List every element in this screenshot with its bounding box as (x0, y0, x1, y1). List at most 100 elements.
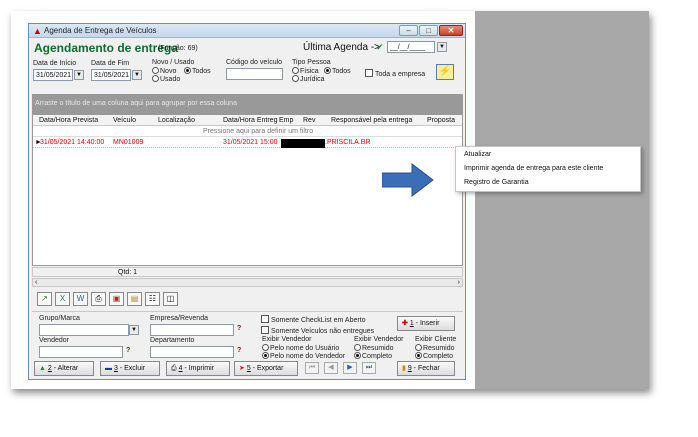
empresa-revenda-field[interactable] (150, 324, 234, 336)
exibir-vendedor-label: Exibir Vendedor (262, 336, 312, 343)
print-icon[interactable]: ⎙ (91, 292, 106, 306)
cell-data-prevista: 31/05/2021 14:40:00 (40, 139, 105, 146)
export-grid-icon[interactable]: ↗ (37, 292, 52, 306)
function-code: (Função: 69) (158, 45, 198, 52)
data-fim-dropdown-icon[interactable]: ▼ (132, 70, 142, 80)
columns-icon[interactable]: ☷ (145, 292, 160, 306)
qtd-count: Qtd: 1 (118, 269, 138, 276)
empresa-lookup-icon[interactable]: ? (237, 325, 241, 332)
door-icon: ▮ (402, 365, 406, 372)
codigo-veiculo-field[interactable] (226, 68, 283, 80)
radio-juridica[interactable]: Jurídica (292, 75, 325, 83)
vendedor-field[interactable] (39, 346, 123, 358)
radio-icon (262, 352, 269, 359)
scroll-right-icon[interactable]: › (458, 279, 460, 286)
table-row[interactable]: ► 31/05/2021 14:40:00 MN01009 31/05/2021… (33, 138, 462, 148)
radio-icon (415, 352, 422, 359)
nav-prev-icon[interactable]: ◀ (324, 362, 338, 374)
grupo-marca-field[interactable] (39, 324, 129, 336)
column-localizacao[interactable]: Localização (158, 117, 195, 124)
imprimir-button[interactable]: ⎙ 4 - Imprimir (166, 361, 230, 376)
departamento-lookup-icon[interactable]: ? (237, 347, 241, 354)
pdf-icon[interactable]: ▣ (109, 292, 124, 306)
document-icon[interactable]: ▤ (127, 292, 142, 306)
radio-icon (152, 75, 159, 82)
plus-icon: ✚ (402, 320, 408, 327)
vendedor-label: Vendedor (39, 337, 69, 344)
nav-first-icon[interactable]: ⏮ (305, 362, 319, 374)
layout-icon[interactable]: ◫ (163, 292, 178, 306)
up-arrow-icon: ▲ (39, 365, 46, 372)
scroll-left-icon[interactable]: ‹ (35, 279, 37, 286)
desktop-background (475, 11, 649, 389)
radio-completo[interactable]: Completo (354, 352, 392, 360)
alterar-button[interactable]: ▲ 2 - Alterar (34, 361, 94, 376)
column-rev[interactable]: Rev (303, 117, 315, 124)
window-title: Agenda de Entrega de Veículos (44, 26, 157, 35)
fechar-button[interactable]: ▮ 9 - Fechar (397, 361, 455, 376)
radio-icon (292, 67, 299, 74)
group-by-area[interactable]: Arraste o título de uma coluna aqui para… (32, 94, 463, 114)
column-proposta[interactable]: Proposta (427, 117, 455, 124)
column-emp[interactable]: Emp (279, 117, 293, 124)
menu-item-registro-garantia[interactable]: Registro de Garantia (464, 179, 529, 186)
radio-todos[interactable]: Todos (184, 67, 211, 75)
departamento-field[interactable] (150, 346, 234, 358)
exportar-button[interactable]: ➤ 5 - Exportar (234, 361, 298, 376)
departamento-label: Departamento (150, 337, 195, 344)
menu-item-atualizar[interactable]: Atualizar (464, 151, 491, 158)
word-icon[interactable]: W (73, 292, 88, 306)
redacted-block (281, 139, 325, 148)
ultima-agenda-label: Última Agenda -> (303, 42, 380, 53)
export-icon: ➤ (239, 365, 245, 372)
column-responsavel[interactable]: Responsável pela entrega (331, 117, 412, 124)
radio-icon (415, 344, 422, 351)
app-icon: ▲ (33, 26, 42, 36)
ultima-agenda-dropdown-icon[interactable]: ▼ (437, 42, 447, 52)
empresa-revenda-label: Empresa/Revenda (150, 315, 208, 322)
radio-pelo-vendedor[interactable]: Pelo nome do Vendedor (262, 352, 345, 360)
cell-responsavel: .PRISCILA.BR (325, 139, 371, 146)
minimize-button[interactable]: – (399, 25, 418, 36)
radio-resumido[interactable]: Resumido (354, 344, 394, 352)
inserir-button[interactable]: ✚ 1 - Inserir (397, 316, 455, 331)
context-menu: Atualizar Imprimir agenda de entrega par… (455, 146, 641, 192)
data-inicio-dropdown-icon[interactable]: ▼ (74, 70, 84, 80)
radio-cliente-resumido[interactable]: Resumido (415, 344, 455, 352)
filter-hint: Pressione aqui para definir um filtro (203, 128, 314, 135)
title-bar: ▲ Agenda de Entrega de Veículos – □ ✕ (29, 24, 465, 38)
excluir-button[interactable]: ▬ 3 - Excluir (100, 361, 160, 376)
nav-next-icon[interactable]: ▶ (343, 362, 357, 374)
radio-todos-pessoa[interactable]: Todos (324, 67, 351, 75)
lightning-icon[interactable]: ⚡ (436, 64, 454, 80)
column-veiculo[interactable]: Veículo (113, 117, 136, 124)
grid-filter-row[interactable]: Pressione aqui para definir um filtro (33, 126, 462, 137)
column-data-entrega[interactable]: Data/Hora Entreg (223, 117, 277, 124)
data-fim-field[interactable]: 31/05/2021 (91, 69, 131, 81)
radio-pelo-usuario[interactable]: Pelo nome do Usuário (262, 344, 339, 352)
radio-novo[interactable]: Novo (152, 67, 176, 75)
checkbox-icon (261, 326, 269, 334)
cell-data-entrega: 31/05/2021 15:00 (223, 139, 278, 146)
radio-icon (184, 67, 191, 74)
radio-cliente-completo[interactable]: Completo (415, 352, 453, 360)
group-hint: Arraste o título de uma coluna aqui para… (35, 100, 237, 107)
toda-empresa-checkbox[interactable]: Toda a empresa (365, 69, 425, 78)
radio-fisica[interactable]: Física (292, 67, 319, 75)
grupo-marca-dropdown-icon[interactable]: ▼ (129, 325, 139, 335)
maximize-button[interactable]: □ (419, 25, 438, 36)
excel-icon[interactable]: X (55, 292, 70, 306)
ultima-agenda-field[interactable]: __/__/____ (387, 41, 435, 53)
radio-usado[interactable]: Usado (152, 75, 180, 83)
menu-item-imprimir-agenda[interactable]: Imprimir agenda de entrega para este cli… (464, 165, 603, 172)
data-inicio-field[interactable]: 31/05/2021 (33, 69, 73, 81)
close-button[interactable]: ✕ (439, 25, 463, 36)
column-data-prevista[interactable]: Data/Hora Prevista (39, 117, 98, 124)
somente-checklist-checkbox[interactable]: Somente CheckList em Aberto (261, 315, 366, 324)
cell-veiculo: MN01009 (113, 139, 144, 146)
tipo-pessoa-label: Tipo Pessoa (292, 59, 331, 66)
vendedor-lookup-icon[interactable]: ? (126, 347, 130, 354)
nav-last-icon[interactable]: ⏭ (362, 362, 376, 374)
horizontal-scrollbar[interactable]: ‹ › (32, 278, 463, 287)
somente-veiculos-checkbox[interactable]: Somente Veículos não entregues (261, 326, 374, 335)
